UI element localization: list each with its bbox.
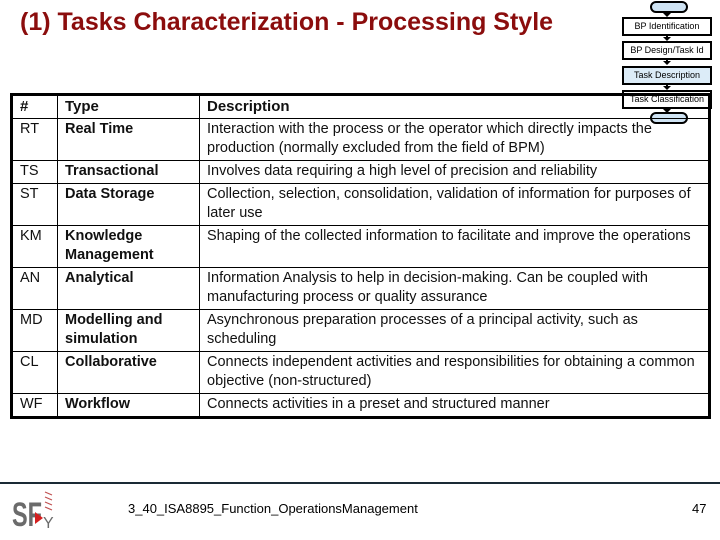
footer-filename: 3_40_ISA8895_Function_OperationsManageme… [128,501,418,516]
table-row: KM Knowledge Management Shaping of the c… [11,225,710,268]
row-code: ST [11,183,58,226]
table-header-row: # Type Description [11,94,710,119]
row-code: CL [11,351,58,394]
footer-divider [0,482,720,484]
table-row: MD Modelling and simulation Asynchronous… [11,309,710,352]
row-description: Collection, selection, consolidation, va… [199,183,710,226]
row-code: RT [11,118,58,161]
row-description: Connects independent activities and resp… [199,351,710,394]
table-row: CL Collaborative Connects independent ac… [11,351,710,394]
row-code: KM [11,225,58,268]
row-code: WF [11,393,58,418]
table-row: RT Real Time Interaction with the proces… [11,118,710,161]
arrow-down-icon [663,61,671,65]
flow-step-bp-design: BP Design/Task Id [622,41,712,60]
flowchart-start-terminator [650,1,688,13]
row-type: Analytical [57,267,200,310]
row-type: Modelling and simulation [57,309,200,352]
row-type: Workflow [57,393,200,418]
row-type: Collaborative [57,351,200,394]
row-type: Knowledge Management [57,225,200,268]
row-description: Interaction with the process or the oper… [199,118,710,161]
table-row: AN Analytical Information Analysis to he… [11,267,710,310]
table-row: ST Data Storage Collection, selection, c… [11,183,710,226]
row-description: Information Analysis to help in decision… [199,267,710,310]
svg-text:SF: SF [12,496,42,530]
sfy-logo-icon: SF Y [12,491,54,530]
table-row: TS Transactional Involves data requiring… [11,160,710,184]
header-code: # [11,94,58,119]
slide-title: (1) Tasks Characterization - Processing … [20,8,554,36]
row-description: Shaping of the collected information to … [199,225,710,268]
flow-step-task-description: Task Description [622,66,712,85]
row-description: Connects activities in a preset and stru… [199,393,710,418]
header-type: Type [57,94,200,119]
row-type: Real Time [57,118,200,161]
row-type: Data Storage [57,183,200,226]
page-number: 47 [692,501,707,516]
row-code: AN [11,267,58,310]
table-row: WF Workflow Connects activities in a pre… [11,393,710,418]
task-types-table: # Type Description RT Real Time Interact… [10,93,711,419]
row-code: TS [11,160,58,184]
header-description: Description [199,94,710,119]
flow-step-bp-identification: BP Identification [622,17,712,36]
row-type: Transactional [57,160,200,184]
row-description: Asynchronous preparation processes of a … [199,309,710,352]
row-description: Involves data requiring a high level of … [199,160,710,184]
svg-text:Y: Y [43,515,54,530]
row-code: MD [11,309,58,352]
